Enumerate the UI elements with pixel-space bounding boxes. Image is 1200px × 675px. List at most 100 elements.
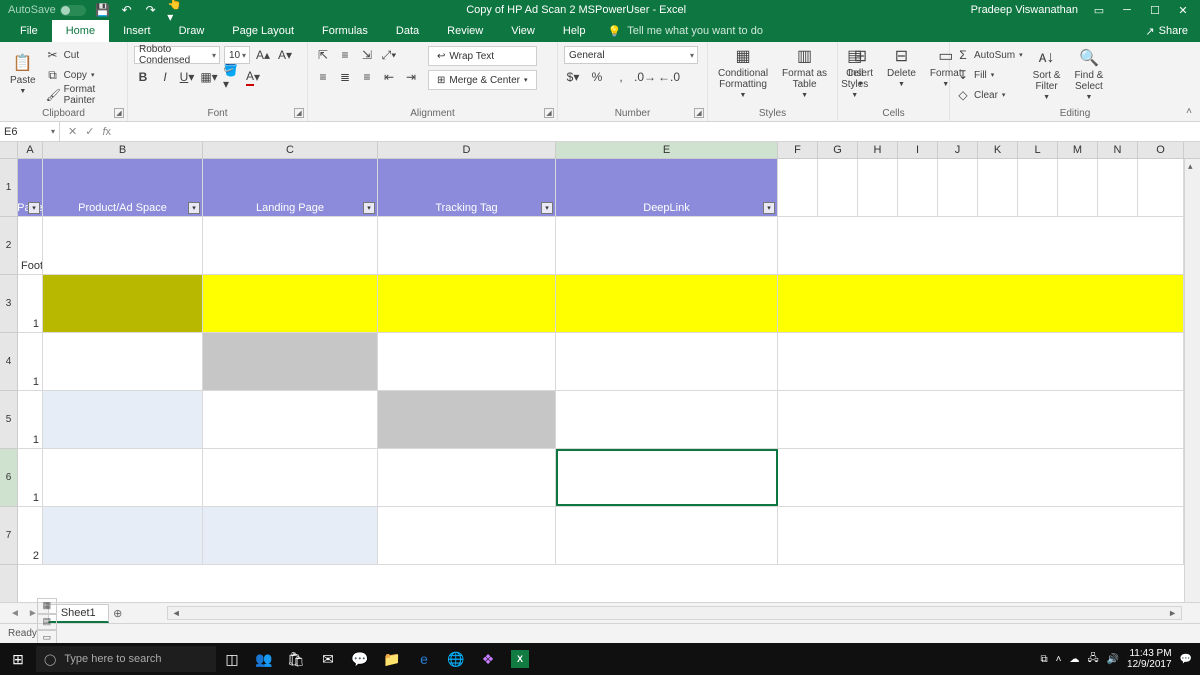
cell-E3[interactable] xyxy=(556,275,778,332)
tray-chevron-icon[interactable]: ˄ xyxy=(1056,654,1062,665)
close-icon[interactable]: ✕ xyxy=(1176,3,1190,17)
orientation-icon[interactable]: ⤢▾ xyxy=(380,46,398,64)
cell-C4[interactable] xyxy=(203,333,378,390)
store-icon[interactable]: 🛍 xyxy=(280,651,312,668)
tab-insert[interactable]: Insert xyxy=(109,20,165,42)
tab-draw[interactable]: Draw xyxy=(165,20,219,42)
touch-mode-icon[interactable]: 👆▾ xyxy=(168,3,182,17)
cell-A3[interactable]: 1 xyxy=(18,275,43,332)
tray-onedrive-icon[interactable]: ☁ xyxy=(1069,654,1079,665)
cell-D2[interactable] xyxy=(378,217,556,274)
col-header-D[interactable]: D xyxy=(378,142,556,158)
align-left-icon[interactable]: ≡ xyxy=(314,68,332,86)
border-button[interactable]: ▦▾ xyxy=(200,68,218,86)
people-icon[interactable]: 👥 xyxy=(248,651,280,668)
formula-input[interactable] xyxy=(119,122,1200,141)
cell-D1[interactable]: Tracking Tag▾ xyxy=(378,159,556,216)
chrome-icon[interactable]: 🌐 xyxy=(440,651,472,668)
align-center-icon[interactable]: ≣ xyxy=(336,68,354,86)
col-header-H[interactable]: H xyxy=(858,142,898,158)
cell-B4[interactable] xyxy=(43,333,203,390)
bold-button[interactable]: B xyxy=(134,68,152,86)
filter-icon[interactable]: ▾ xyxy=(763,202,775,214)
copy-button[interactable]: ⧉Copy▾ xyxy=(46,66,121,84)
cell-C2[interactable] xyxy=(203,217,378,274)
decrease-indent-icon[interactable]: ⇤ xyxy=(380,68,398,86)
percent-icon[interactable]: % xyxy=(588,68,606,86)
minimize-icon[interactable]: ─ xyxy=(1120,3,1134,17)
tray-notifications-icon[interactable]: 💬 xyxy=(1180,654,1192,665)
cell-A2[interactable]: Footer xyxy=(18,217,43,274)
sort-filter-button[interactable]: ᴀ↓Sort & Filter▼ xyxy=(1029,44,1065,104)
view-normal-icon[interactable]: ▦ xyxy=(37,598,57,614)
fx-icon[interactable]: fx xyxy=(102,126,111,138)
col-header-G[interactable]: G xyxy=(818,142,858,158)
autosave-toggle[interactable]: AutoSave xyxy=(8,4,86,16)
cell-A1[interactable]: Page▾ xyxy=(18,159,43,216)
accounting-icon[interactable]: $▾ xyxy=(564,68,582,86)
cell-E7[interactable] xyxy=(556,507,778,564)
cell-rest-4[interactable] xyxy=(778,333,1184,390)
cell-B6[interactable] xyxy=(43,449,203,506)
font-name-combo[interactable]: Roboto Condensed xyxy=(134,46,220,64)
enter-formula-icon[interactable]: ✓ xyxy=(85,125,94,138)
maximize-icon[interactable]: ☐ xyxy=(1148,3,1162,17)
font-color-button[interactable]: A▾ xyxy=(244,68,262,86)
tab-review[interactable]: Review xyxy=(433,20,497,42)
taskbar-search[interactable]: ◯ Type here to search xyxy=(36,646,216,672)
user-name[interactable]: Pradeep Viswanathan xyxy=(971,4,1078,16)
select-all-button[interactable] xyxy=(0,142,18,158)
collapse-ribbon-icon[interactable]: ˄ xyxy=(1186,106,1192,117)
tray-app-icon[interactable]: ⧉ xyxy=(1040,654,1047,665)
cell-A5[interactable]: 1 xyxy=(18,391,43,448)
comma-icon[interactable]: , xyxy=(612,68,630,86)
col-header-C[interactable]: C xyxy=(203,142,378,158)
autosum-button[interactable]: ΣAutoSum▾ xyxy=(956,46,1023,64)
filter-icon[interactable]: ▾ xyxy=(541,202,553,214)
redo-icon[interactable]: ↷ xyxy=(144,3,158,17)
start-button[interactable]: ⊞ xyxy=(0,651,36,668)
cells[interactable]: Page▾ Product/Ad Space▾ Landing Page▾ Tr… xyxy=(18,159,1184,622)
fill-button[interactable]: ↧Fill▾ xyxy=(956,66,1023,84)
increase-font-icon[interactable]: A▴ xyxy=(254,46,272,64)
align-right-icon[interactable]: ≡ xyxy=(358,68,376,86)
decrease-font-icon[interactable]: A▾ xyxy=(276,46,294,64)
row-header-7[interactable]: 7 xyxy=(0,507,17,565)
col-header-I[interactable]: I xyxy=(898,142,938,158)
row-header-3[interactable]: 3 xyxy=(0,275,17,333)
cell-D5[interactable] xyxy=(378,391,556,448)
row-header-4[interactable]: 4 xyxy=(0,333,17,391)
cell-D3[interactable] xyxy=(378,275,556,332)
cell-rest-3[interactable] xyxy=(778,275,1184,332)
fill-color-button[interactable]: 🪣▾ xyxy=(222,68,240,86)
format-as-table-button[interactable]: ▥Format as Table▼ xyxy=(778,44,831,101)
name-box[interactable]: E6 xyxy=(0,122,60,141)
cell-A4[interactable]: 1 xyxy=(18,333,43,390)
cell-C1[interactable]: Landing Page▾ xyxy=(203,159,378,216)
cell-C5[interactable] xyxy=(203,391,378,448)
tab-file[interactable]: File xyxy=(6,20,52,42)
align-top-icon[interactable]: ⇱ xyxy=(314,46,332,64)
tray-network-icon[interactable]: 🖧 xyxy=(1087,651,1098,668)
task-view-icon[interactable]: ◫ xyxy=(216,651,248,668)
increase-decimal-icon[interactable]: .0→ xyxy=(636,68,654,86)
share-button[interactable]: ↗ Share xyxy=(1145,25,1200,38)
col-header-M[interactable]: M xyxy=(1058,142,1098,158)
cancel-formula-icon[interactable]: ✕ xyxy=(68,125,77,138)
cell-D6[interactable] xyxy=(378,449,556,506)
cell-F1[interactable] xyxy=(778,159,818,216)
align-middle-icon[interactable]: ≡ xyxy=(336,46,354,64)
merge-center-button[interactable]: ⊞Merge & Center▾ xyxy=(428,70,537,90)
cell-E6[interactable] xyxy=(556,449,778,506)
cell-G1[interactable] xyxy=(818,159,858,216)
col-header-K[interactable]: K xyxy=(978,142,1018,158)
cell-C6[interactable] xyxy=(203,449,378,506)
format-painter-button[interactable]: 🖌Format Painter xyxy=(46,86,121,104)
col-header-L[interactable]: L xyxy=(1018,142,1058,158)
cell-M1[interactable] xyxy=(1058,159,1098,216)
explorer-icon[interactable]: 📁 xyxy=(376,651,408,668)
cell-rest-6[interactable] xyxy=(778,449,1184,506)
font-size-combo[interactable]: 10 xyxy=(224,46,250,64)
messenger-icon[interactable]: 💬 xyxy=(344,651,376,668)
tab-help[interactable]: Help xyxy=(549,20,600,42)
